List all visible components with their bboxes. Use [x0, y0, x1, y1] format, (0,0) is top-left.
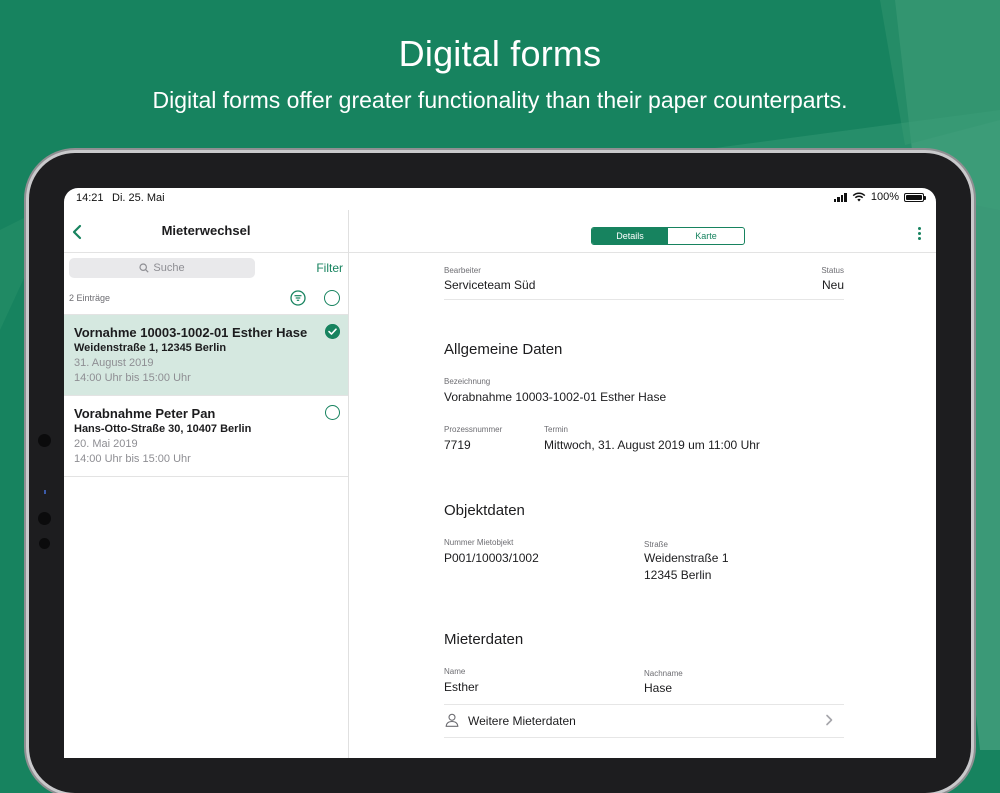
list-pane: Mieterwechsel Suche Filter 2 Einträge Vo…: [64, 210, 349, 758]
bezeichnung-value: Vorabnahme 10003-1002-01 Esther Hase: [444, 390, 667, 404]
bearbeiter-value: Serviceteam Süd: [444, 278, 536, 292]
item-date: 31. August 2019: [74, 357, 154, 369]
hero-subtitle: Digital forms offer greater functionalit…: [152, 87, 848, 113]
nachname-label: Nachname: [644, 669, 683, 678]
nachname-value: Hase: [644, 681, 673, 695]
wifi-icon: [852, 192, 866, 202]
hero-title: Digital forms: [398, 33, 602, 74]
list-toolbar: 2 Einträge: [64, 284, 348, 315]
more-options-icon[interactable]: [918, 227, 922, 241]
name-label: Name: [444, 667, 466, 676]
bearbeiter-label: Bearbeiter: [444, 266, 481, 275]
item-address: Weidenstraße 1, 12345 Berlin: [74, 342, 227, 354]
item-address: Hans-Otto-Straße 30, 10407 Berlin: [74, 423, 252, 435]
item-time: 14:00 Uhr bis 15:00 Uhr: [74, 453, 191, 465]
sort-filter-icon[interactable]: [290, 290, 306, 306]
list-item[interactable]: Vorabnahme Peter Pan Hans-Otto-Straße 30…: [64, 396, 348, 477]
checkmark-icon[interactable]: [325, 324, 340, 339]
chevron-right-icon: [826, 714, 833, 726]
nummer-mietobjekt-value: P001/10003/1002: [444, 551, 539, 565]
tab-karte[interactable]: Karte: [668, 228, 744, 244]
cellular-signal-icon: [833, 192, 847, 202]
status-bar: 14:21 Di. 25. Mai 100%: [64, 188, 936, 210]
status-value: Neu: [821, 278, 844, 292]
status-indicators: 100%: [833, 191, 926, 203]
status-time: 14:21: [76, 192, 104, 204]
list-title: Mieterwechsel: [161, 223, 251, 238]
item-time: 14:00 Uhr bis 15:00 Uhr: [74, 372, 191, 384]
status-date: Di. 25. Mai: [112, 192, 165, 204]
termin-value: Mittwoch, 31. August 2019 um 11:00 Uhr: [544, 438, 760, 452]
device-sensor: [39, 538, 50, 549]
search-input[interactable]: Suche: [69, 258, 255, 278]
weitere-mieterdaten-label: Weitere Mieterdaten: [468, 714, 576, 728]
entry-count: 2 Einträge: [69, 293, 111, 303]
person-icon: [445, 713, 459, 727]
item-checkbox[interactable]: [325, 405, 340, 420]
select-all-checkbox[interactable]: [324, 290, 340, 306]
item-title: Vornahme 10003-1002-01 Esther Hase: [74, 325, 308, 340]
section-title-allgemeine: Allgemeine Daten: [444, 341, 563, 358]
divider: [444, 299, 844, 300]
status-label: Status: [821, 266, 844, 275]
device-sensor: [38, 512, 51, 525]
list-item[interactable]: Vornahme 10003-1002-01 Esther Hase Weide…: [64, 315, 348, 396]
tablet-screen: 14:21 Di. 25. Mai 100% Mieterwechsel Suc…: [64, 188, 936, 758]
weitere-mieterdaten-row[interactable]: Weitere Mieterdaten: [444, 704, 844, 738]
battery-percent: 100%: [870, 191, 899, 203]
view-segmented-control: Details Karte: [591, 227, 745, 245]
filter-button[interactable]: Filter: [316, 261, 343, 275]
bezeichnung-label: Bezeichnung: [444, 377, 491, 386]
prozessnummer-label: Prozessnummer: [444, 425, 503, 434]
battery-icon: [904, 192, 926, 202]
section-title-objektdaten: Objektdaten: [444, 502, 525, 519]
tab-details[interactable]: Details: [592, 228, 668, 244]
item-date: 20. Mai 2019: [74, 438, 138, 450]
list-header: Mieterwechsel: [64, 210, 348, 253]
search-icon: [139, 263, 150, 273]
section-title-mieterdaten: Mieterdaten: [444, 631, 524, 648]
prozessnummer-value: 7719: [444, 438, 471, 452]
strasse-label: Straße: [644, 540, 669, 549]
search-placeholder: Suche: [153, 262, 185, 274]
device-sensor: [38, 434, 51, 447]
detail-header: Details Karte: [349, 210, 936, 253]
nummer-mietobjekt-label: Nummer Mietobjekt: [444, 538, 514, 547]
item-title: Vorabnahme Peter Pan: [74, 406, 216, 421]
termin-label: Termin: [544, 425, 569, 434]
name-value: Esther: [444, 680, 479, 694]
detail-pane: Details Karte Bearbeiter Serviceteam Süd…: [349, 210, 936, 758]
strasse-value-line2: 12345 Berlin: [644, 568, 712, 582]
strasse-value-line1: Weidenstraße 1: [644, 551, 729, 565]
device-camera: [44, 490, 46, 494]
